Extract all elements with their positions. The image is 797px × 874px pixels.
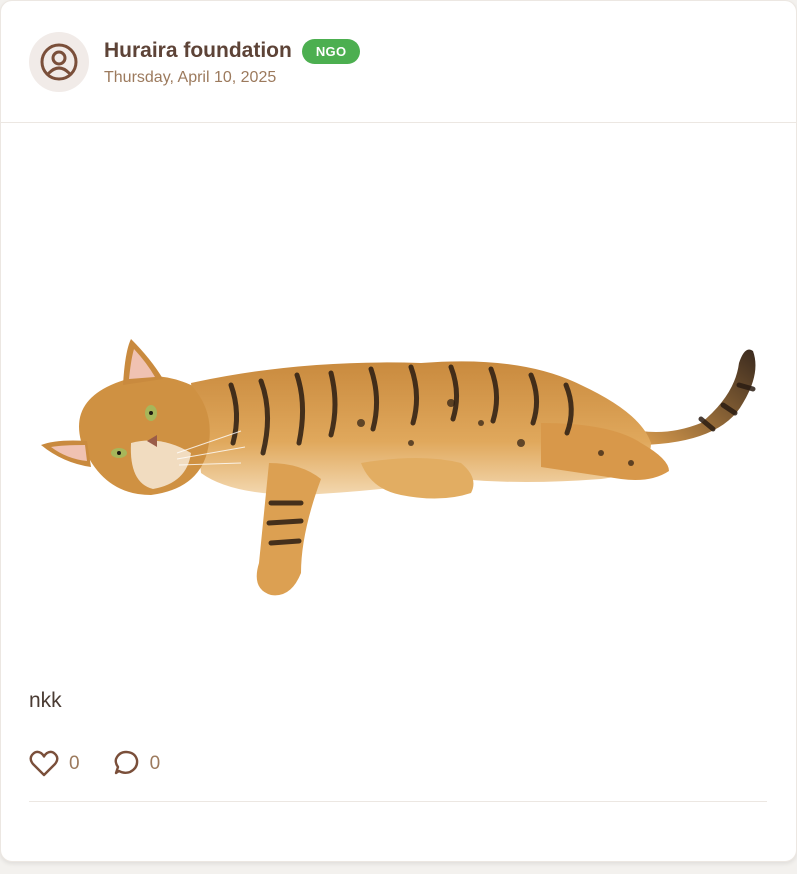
- comment-bubble-icon: [114, 750, 138, 775]
- user-circle-icon: [40, 43, 78, 81]
- post-text: nkk: [29, 689, 62, 712]
- ngo-badge: NGO: [301, 38, 361, 64]
- post-header: Huraira foundation NGO Thursday, April 1…: [1, 1, 796, 123]
- divider: [29, 801, 767, 802]
- like-count: 0: [69, 753, 80, 774]
- post-card: Huraira foundation NGO Thursday, April 1…: [0, 0, 797, 862]
- cat-photo: [41, 339, 756, 596]
- comment-button[interactable]: 0: [110, 749, 161, 779]
- heart-icon: [29, 750, 59, 777]
- post-actions: 0 0: [29, 749, 160, 779]
- author-row: Huraira foundation NGO: [104, 36, 361, 66]
- avatar[interactable]: [29, 32, 89, 92]
- post-image[interactable]: [1, 123, 796, 671]
- like-button[interactable]: 0: [29, 750, 80, 778]
- post-date: Thursday, April 10, 2025: [104, 69, 277, 86]
- comment-count: 0: [149, 753, 161, 774]
- author-name[interactable]: Huraira foundation: [104, 39, 292, 63]
